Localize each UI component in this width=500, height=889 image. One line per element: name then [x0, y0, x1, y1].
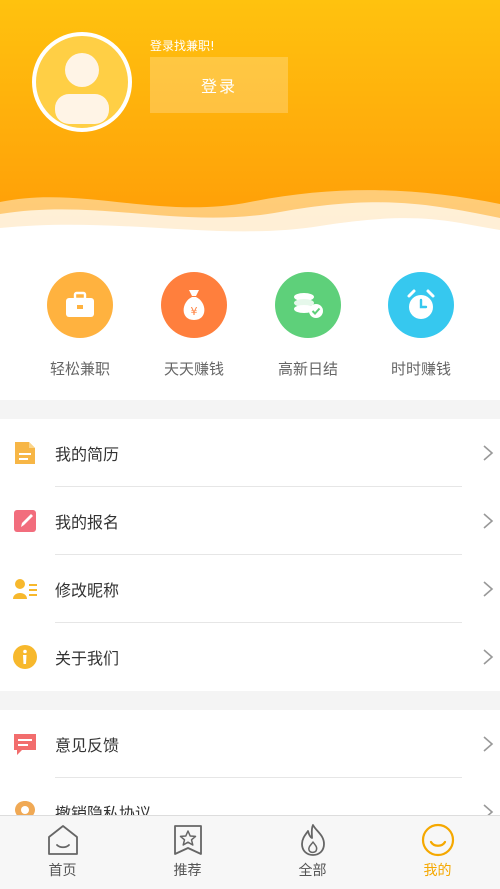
menu-secondary: 意见反馈 撤销隐私协议: [0, 710, 500, 815]
menu-main: 我的简历 我的报名 修改昵称 关于我们: [0, 419, 500, 691]
quick-action-anytime-earn[interactable]: 时时赚钱: [365, 272, 477, 379]
quick-actions: 轻松兼职 ¥ 天天赚钱 高新日结 时时赚钱: [0, 250, 500, 400]
profile-header: 登录找兼职! 登录: [0, 0, 500, 250]
menu-item-label: 修改昵称: [55, 581, 120, 600]
tab-label: 全部: [298, 863, 327, 879]
home-icon: [47, 825, 78, 855]
avatar[interactable]: [32, 32, 132, 132]
login-hint: 登录找兼职!: [150, 39, 215, 53]
chevron-right-icon: [483, 736, 494, 752]
document-icon: [15, 442, 35, 464]
edit-icon: [14, 510, 36, 532]
header-wave: [0, 190, 500, 250]
tab-label: 首页: [48, 863, 77, 879]
menu-item-nickname[interactable]: 修改昵称: [0, 555, 500, 623]
menu-item-feedback[interactable]: 意见反馈: [0, 710, 500, 778]
location-icon: [15, 801, 35, 815]
tab-label: 推荐: [173, 863, 202, 879]
smile-icon: [421, 823, 454, 857]
menu-item-label: 撤销隐私协议: [55, 804, 152, 815]
chevron-right-icon: [483, 649, 494, 665]
menu-item-about[interactable]: 关于我们: [0, 623, 500, 691]
info-icon: [13, 645, 37, 669]
menu-item-revoke-privacy[interactable]: 撤销隐私协议: [0, 778, 500, 815]
quick-action-label: 高新日结: [277, 360, 338, 378]
chevron-right-icon: [483, 513, 494, 529]
briefcase-icon: [47, 272, 113, 338]
quick-action-part-time[interactable]: 轻松兼职: [24, 272, 136, 379]
menu-item-label: 我的报名: [55, 513, 120, 532]
clock-icon: [388, 272, 454, 338]
menu-item-label: 意见反馈: [55, 736, 120, 755]
quick-action-daily-pay[interactable]: 高新日结: [252, 272, 364, 379]
login-button[interactable]: 登录: [150, 57, 288, 113]
coins-icon: [275, 272, 341, 338]
star-icon: [173, 825, 202, 855]
tab-home[interactable]: 首页: [0, 816, 125, 889]
menu-item-label: 关于我们: [55, 649, 120, 668]
quick-action-daily-earn[interactable]: ¥ 天天赚钱: [138, 272, 250, 379]
tab-mine[interactable]: 我的: [375, 816, 500, 889]
chevron-right-icon: [483, 445, 494, 461]
tab-recommend[interactable]: 推荐: [125, 816, 250, 889]
quick-action-label: 天天赚钱: [163, 360, 224, 378]
tab-label: 我的: [423, 863, 452, 879]
quick-action-label: 时时赚钱: [390, 360, 451, 378]
menu-item-label: 我的简历: [55, 445, 120, 464]
tab-all[interactable]: 全部: [250, 816, 375, 889]
quick-action-label: 轻松兼职: [49, 360, 110, 378]
menu-item-applications[interactable]: 我的报名: [0, 487, 500, 555]
avatar-placeholder-icon: [55, 53, 109, 124]
user-list-icon: [13, 579, 37, 599]
money-bag-icon: ¥: [161, 272, 227, 338]
feedback-icon: [14, 734, 36, 755]
svg-text:¥: ¥: [191, 305, 198, 318]
chevron-right-icon: [483, 581, 494, 597]
menu-item-resume[interactable]: 我的简历: [0, 419, 500, 487]
chevron-right-icon: [483, 804, 494, 815]
bottom-tab-bar: 首页 推荐 全部 我的: [0, 815, 500, 889]
flame-icon: [300, 824, 325, 856]
